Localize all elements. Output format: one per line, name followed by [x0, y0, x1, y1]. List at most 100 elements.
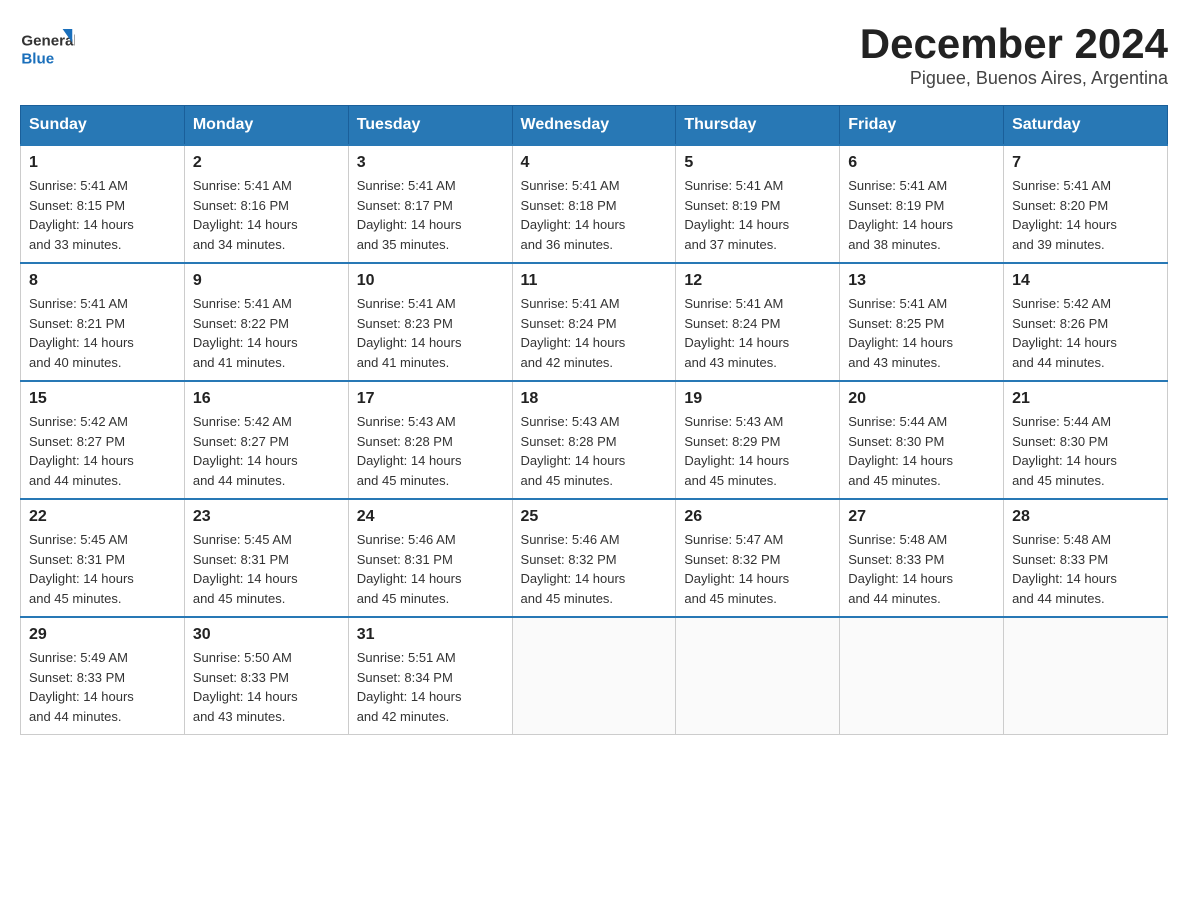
- day-info: Sunrise: 5:41 AMSunset: 8:22 PMDaylight:…: [193, 294, 340, 372]
- weekday-header-row: SundayMondayTuesdayWednesdayThursdayFrid…: [21, 106, 1168, 146]
- logo-svg: General Blue: [20, 20, 75, 75]
- day-number: 10: [357, 272, 504, 290]
- calendar-day-cell: 18Sunrise: 5:43 AMSunset: 8:28 PMDayligh…: [512, 381, 676, 499]
- day-info: Sunrise: 5:41 AMSunset: 8:19 PMDaylight:…: [848, 176, 995, 254]
- day-info: Sunrise: 5:43 AMSunset: 8:28 PMDaylight:…: [357, 412, 504, 490]
- calendar-week-row: 22 Sunrise: 5:45 AMSunset: 8:31 PMDayligh…: [21, 499, 1168, 617]
- calendar-body: 1Sunrise: 5:41 AMSunset: 8:15 PMDaylight…: [21, 145, 1168, 735]
- weekday-header-thursday: Thursday: [676, 106, 840, 146]
- weekday-header-sunday: Sunday: [21, 106, 185, 146]
- calendar-week-row: 29Sunrise: 5:49 AMSunset: 8:33 PMDayligh…: [21, 617, 1168, 735]
- calendar-day-cell: 2 Sunrise: 5:41 AMSunset: 8:16 PMDaylight…: [184, 145, 348, 263]
- day-number: 23: [193, 508, 340, 526]
- day-info: Sunrise: 5:46 AMSunset: 8:31 PMDaylight:…: [357, 530, 504, 608]
- calendar-day-cell: 15 Sunrise: 5:42 AMSunset: 8:27 PMDayligh…: [21, 381, 185, 499]
- calendar-day-cell: 23 Sunrise: 5:45 AMSunset: 8:31 PMDayligh…: [184, 499, 348, 617]
- calendar-day-cell: 8 Sunrise: 5:41 AMSunset: 8:21 PMDaylight…: [21, 263, 185, 381]
- calendar-day-cell: 20Sunrise: 5:44 AMSunset: 8:30 PMDayligh…: [840, 381, 1004, 499]
- day-info: Sunrise: 5:45 AMSunset: 8:31 PMDaylight:…: [29, 530, 176, 608]
- day-info: Sunrise: 5:41 AMSunset: 8:17 PMDaylight:…: [357, 176, 504, 254]
- day-number: 8: [29, 272, 176, 290]
- day-number: 12: [684, 272, 831, 290]
- weekday-header-friday: Friday: [840, 106, 1004, 146]
- weekday-header-monday: Monday: [184, 106, 348, 146]
- day-info: Sunrise: 5:41 AMSunset: 8:24 PMDaylight:…: [684, 294, 831, 372]
- calendar-day-cell: 11Sunrise: 5:41 AMSunset: 8:24 PMDayligh…: [512, 263, 676, 381]
- day-number: 15: [29, 390, 176, 408]
- day-number: 24: [357, 508, 504, 526]
- day-number: 14: [1012, 272, 1159, 290]
- calendar-day-cell: 3Sunrise: 5:41 AMSunset: 8:17 PMDaylight…: [348, 145, 512, 263]
- weekday-header-saturday: Saturday: [1004, 106, 1168, 146]
- title-block: December 2024 Piguee, Buenos Aires, Arge…: [860, 20, 1168, 89]
- calendar-day-cell: 17Sunrise: 5:43 AMSunset: 8:28 PMDayligh…: [348, 381, 512, 499]
- day-number: 7: [1012, 154, 1159, 172]
- day-number: 28: [1012, 508, 1159, 526]
- calendar-day-cell: 28 Sunrise: 5:48 AMSunset: 8:33 PMDayligh…: [1004, 499, 1168, 617]
- day-number: 26: [684, 508, 831, 526]
- calendar-day-cell: [1004, 617, 1168, 735]
- calendar-subtitle: Piguee, Buenos Aires, Argentina: [860, 68, 1168, 89]
- calendar-day-cell: 12 Sunrise: 5:41 AMSunset: 8:24 PMDayligh…: [676, 263, 840, 381]
- calendar-day-cell: 14 Sunrise: 5:42 AMSunset: 8:26 PMDayligh…: [1004, 263, 1168, 381]
- calendar-day-cell: 19Sunrise: 5:43 AMSunset: 8:29 PMDayligh…: [676, 381, 840, 499]
- day-info: Sunrise: 5:41 AMSunset: 8:21 PMDaylight:…: [29, 294, 176, 372]
- calendar-week-row: 8 Sunrise: 5:41 AMSunset: 8:21 PMDaylight…: [21, 263, 1168, 381]
- day-info: Sunrise: 5:44 AMSunset: 8:30 PMDaylight:…: [1012, 412, 1159, 490]
- day-info: Sunrise: 5:48 AMSunset: 8:33 PMDaylight:…: [1012, 530, 1159, 608]
- day-info: Sunrise: 5:48 AMSunset: 8:33 PMDaylight:…: [848, 530, 995, 608]
- calendar-table: SundayMondayTuesdayWednesdayThursdayFrid…: [20, 105, 1168, 735]
- day-info: Sunrise: 5:44 AMSunset: 8:30 PMDaylight:…: [848, 412, 995, 490]
- day-number: 13: [848, 272, 995, 290]
- day-number: 30: [193, 626, 340, 644]
- day-number: 5: [684, 154, 831, 172]
- day-info: Sunrise: 5:41 AMSunset: 8:18 PMDaylight:…: [521, 176, 668, 254]
- day-info: Sunrise: 5:41 AMSunset: 8:23 PMDaylight:…: [357, 294, 504, 372]
- logo: General Blue: [20, 20, 75, 75]
- calendar-day-cell: 26 Sunrise: 5:47 AMSunset: 8:32 PMDayligh…: [676, 499, 840, 617]
- page-header: General Blue December 2024 Piguee, Bueno…: [20, 20, 1168, 89]
- day-number: 22: [29, 508, 176, 526]
- day-number: 25: [521, 508, 668, 526]
- calendar-day-cell: 10 Sunrise: 5:41 AMSunset: 8:23 PMDayligh…: [348, 263, 512, 381]
- day-info: Sunrise: 5:42 AMSunset: 8:27 PMDaylight:…: [29, 412, 176, 490]
- day-info: Sunrise: 5:42 AMSunset: 8:26 PMDaylight:…: [1012, 294, 1159, 372]
- day-number: 21: [1012, 390, 1159, 408]
- calendar-day-cell: 31 Sunrise: 5:51 AMSunset: 8:34 PMDayligh…: [348, 617, 512, 735]
- day-info: Sunrise: 5:41 AMSunset: 8:19 PMDaylight:…: [684, 176, 831, 254]
- calendar-day-cell: 30 Sunrise: 5:50 AMSunset: 8:33 PMDayligh…: [184, 617, 348, 735]
- day-number: 4: [521, 154, 668, 172]
- day-number: 16: [193, 390, 340, 408]
- svg-text:Blue: Blue: [21, 50, 54, 67]
- weekday-header-tuesday: Tuesday: [348, 106, 512, 146]
- day-number: 9: [193, 272, 340, 290]
- calendar-day-cell: 4 Sunrise: 5:41 AMSunset: 8:18 PMDaylight…: [512, 145, 676, 263]
- calendar-day-cell: [512, 617, 676, 735]
- day-info: Sunrise: 5:50 AMSunset: 8:33 PMDaylight:…: [193, 648, 340, 726]
- day-number: 31: [357, 626, 504, 644]
- calendar-day-cell: 5 Sunrise: 5:41 AMSunset: 8:19 PMDaylight…: [676, 145, 840, 263]
- weekday-header-wednesday: Wednesday: [512, 106, 676, 146]
- calendar-day-cell: [676, 617, 840, 735]
- calendar-day-cell: 29Sunrise: 5:49 AMSunset: 8:33 PMDayligh…: [21, 617, 185, 735]
- day-info: Sunrise: 5:46 AMSunset: 8:32 PMDaylight:…: [521, 530, 668, 608]
- calendar-day-cell: 13 Sunrise: 5:41 AMSunset: 8:25 PMDayligh…: [840, 263, 1004, 381]
- day-number: 1: [29, 154, 176, 172]
- calendar-title: December 2024: [860, 20, 1168, 68]
- calendar-day-cell: 25 Sunrise: 5:46 AMSunset: 8:32 PMDayligh…: [512, 499, 676, 617]
- day-info: Sunrise: 5:41 AMSunset: 8:16 PMDaylight:…: [193, 176, 340, 254]
- day-info: Sunrise: 5:41 AMSunset: 8:20 PMDaylight:…: [1012, 176, 1159, 254]
- day-info: Sunrise: 5:45 AMSunset: 8:31 PMDaylight:…: [193, 530, 340, 608]
- calendar-day-cell: 16 Sunrise: 5:42 AMSunset: 8:27 PMDayligh…: [184, 381, 348, 499]
- day-info: Sunrise: 5:41 AMSunset: 8:25 PMDaylight:…: [848, 294, 995, 372]
- day-number: 6: [848, 154, 995, 172]
- calendar-day-cell: 21 Sunrise: 5:44 AMSunset: 8:30 PMDayligh…: [1004, 381, 1168, 499]
- day-info: Sunrise: 5:47 AMSunset: 8:32 PMDaylight:…: [684, 530, 831, 608]
- calendar-day-cell: 6 Sunrise: 5:41 AMSunset: 8:19 PMDaylight…: [840, 145, 1004, 263]
- calendar-week-row: 1Sunrise: 5:41 AMSunset: 8:15 PMDaylight…: [21, 145, 1168, 263]
- calendar-day-cell: 22 Sunrise: 5:45 AMSunset: 8:31 PMDayligh…: [21, 499, 185, 617]
- day-number: 2: [193, 154, 340, 172]
- day-info: Sunrise: 5:42 AMSunset: 8:27 PMDaylight:…: [193, 412, 340, 490]
- day-info: Sunrise: 5:51 AMSunset: 8:34 PMDaylight:…: [357, 648, 504, 726]
- day-number: 29: [29, 626, 176, 644]
